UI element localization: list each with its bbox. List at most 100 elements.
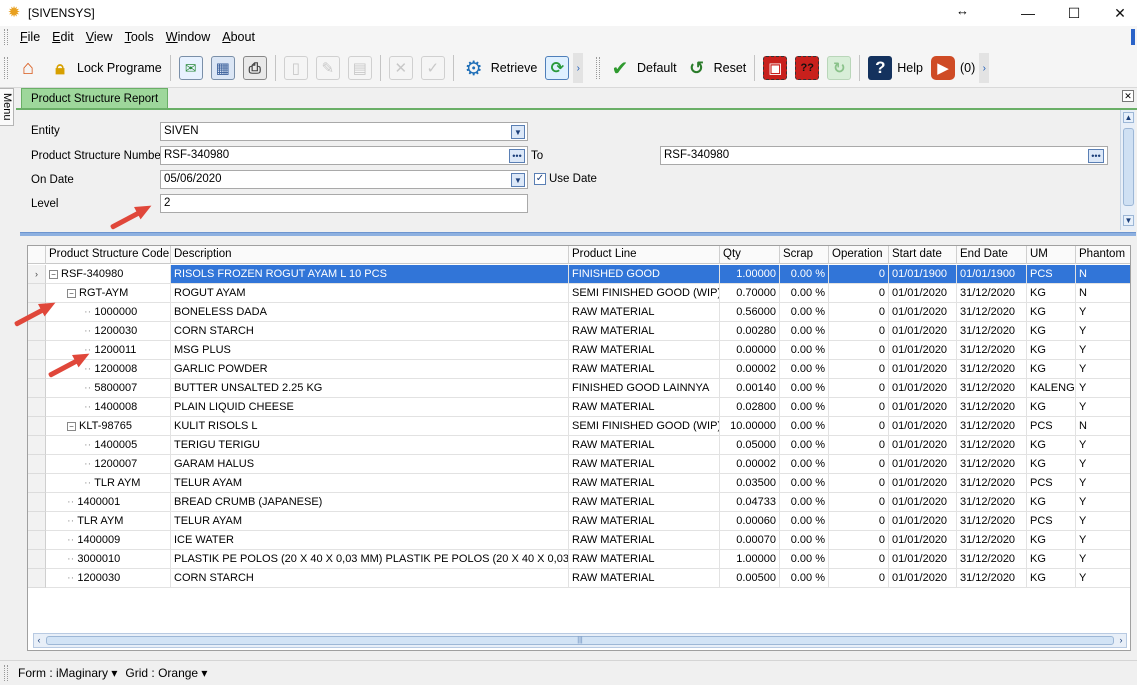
cell-start[interactable]: 01/01/2020 — [889, 398, 957, 417]
cell-scrap[interactable]: 0.00 % — [780, 417, 829, 436]
scroll-down-icon[interactable]: ▼ — [1123, 215, 1134, 226]
entity-dropdown[interactable]: SIVEN — [160, 122, 528, 141]
cell-product-line[interactable]: SEMI FINISHED GOOD (WIP) — [569, 284, 720, 303]
cell-code[interactable]: ·· 5800007 — [46, 379, 171, 398]
cell-qty[interactable]: 0.70000 — [720, 284, 780, 303]
cell-end[interactable]: 31/12/2020 — [957, 569, 1027, 588]
form-theme-selector[interactable]: Form : iMaginary ▾ — [14, 666, 121, 680]
cell-phantom[interactable]: Y — [1076, 303, 1130, 322]
cell-scrap[interactable]: 0.00 % — [780, 474, 829, 493]
cell-scrap[interactable]: 0.00 % — [780, 455, 829, 474]
table-row[interactable]: ·· TLR AYM TELUR AYAM RAW MATERIAL 0.00060 0… — [28, 512, 1130, 531]
cell-code[interactable]: ·· 1200030 — [46, 322, 171, 341]
cell-phantom[interactable]: N — [1076, 284, 1130, 303]
row-indicator[interactable] — [28, 512, 46, 531]
cell-description[interactable]: TELUR AYAM — [171, 474, 569, 493]
cell-phantom[interactable]: Y — [1076, 569, 1130, 588]
cell-product-line[interactable]: RAW MATERIAL — [569, 303, 720, 322]
cell-scrap[interactable]: 0.00 % — [780, 360, 829, 379]
mail-button[interactable]: ✉ — [175, 53, 207, 83]
cell-description[interactable]: GARLIC POWDER — [171, 360, 569, 379]
cell-scrap[interactable]: 0.00 % — [780, 493, 829, 512]
cell-operation[interactable]: 0 — [829, 303, 889, 322]
scroll-right-icon[interactable]: › — [1116, 635, 1126, 646]
cell-operation[interactable]: 0 — [829, 550, 889, 569]
cell-scrap[interactable]: 0.00 % — [780, 550, 829, 569]
cell-start[interactable]: 01/01/2020 — [889, 569, 957, 588]
cell-qty[interactable]: 0.00280 — [720, 322, 780, 341]
cell-qty[interactable]: 0.04733 — [720, 493, 780, 512]
column-header[interactable]: End Date — [957, 246, 1027, 264]
cell-um[interactable]: KG — [1027, 284, 1076, 303]
toolbar-grip[interactable] — [4, 57, 8, 79]
cell-code[interactable]: ·· 1200007 — [46, 455, 171, 474]
messages-button[interactable]: ▶ (0) — [927, 53, 979, 83]
cell-operation[interactable]: 0 — [829, 512, 889, 531]
cell-code[interactable]: ·· 1400001 — [46, 493, 171, 512]
cell-phantom[interactable]: Y — [1076, 398, 1130, 417]
cell-end[interactable]: 31/12/2020 — [957, 360, 1027, 379]
cell-operation[interactable]: 0 — [829, 569, 889, 588]
use-date-checkbox[interactable]: ✓ — [534, 173, 546, 185]
scroll-thumb[interactable]: ||| — [46, 636, 1114, 645]
retrieve-button[interactable]: ⚙ Retrieve — [458, 53, 542, 83]
table-row[interactable]: ·· 1400009 ICE WATER RAW MATERIAL 0.00070 0.… — [28, 531, 1130, 550]
cell-code[interactable]: − KLT-98765 — [46, 417, 171, 436]
cell-um[interactable]: KG — [1027, 550, 1076, 569]
cell-operation[interactable]: 0 — [829, 341, 889, 360]
cell-description[interactable]: CORN STARCH — [171, 569, 569, 588]
column-header[interactable]: Scrap — [780, 246, 829, 264]
table-row[interactable]: ·· 1400001 BREAD CRUMB (JAPANESE) RAW MATE… — [28, 493, 1130, 512]
cell-operation[interactable]: 0 — [829, 493, 889, 512]
cell-end[interactable]: 31/12/2020 — [957, 322, 1027, 341]
cell-start[interactable]: 01/01/2020 — [889, 341, 957, 360]
cell-start[interactable]: 01/01/2020 — [889, 417, 957, 436]
row-indicator[interactable] — [28, 550, 46, 569]
cell-description[interactable]: BONELESS DADA — [171, 303, 569, 322]
cell-product-line[interactable]: RAW MATERIAL — [569, 398, 720, 417]
cell-start[interactable]: 01/01/2020 — [889, 436, 957, 455]
default-button[interactable]: ✔ Default — [604, 53, 681, 83]
toolbar-grip[interactable] — [596, 57, 600, 79]
cell-um[interactable]: PCS — [1027, 265, 1076, 284]
psn-to-field[interactable]: RSF-340980 — [660, 146, 1108, 165]
cell-product-line[interactable]: SEMI FINISHED GOOD (WIP) — [569, 417, 720, 436]
table-row[interactable]: − RGT-AYM ROGUT AYAM SEMI FINISHED GOOD (WI… — [28, 284, 1130, 303]
minimize-button[interactable]: — — [1005, 0, 1051, 26]
row-indicator[interactable] — [28, 417, 46, 436]
cell-code[interactable]: ·· 1200008 — [46, 360, 171, 379]
security-button[interactable]: ▣ — [759, 53, 791, 83]
toolbar-overflow-chevron[interactable]: › — [573, 53, 584, 83]
row-indicator[interactable] — [28, 493, 46, 512]
cell-phantom[interactable]: Y — [1076, 436, 1130, 455]
grid-horizontal-scrollbar[interactable]: ‹ ||| › — [33, 633, 1127, 648]
cell-phantom[interactable]: Y — [1076, 341, 1130, 360]
cell-qty[interactable]: 0.00000 — [720, 341, 780, 360]
row-indicator[interactable] — [28, 284, 46, 303]
row-indicator[interactable] — [28, 360, 46, 379]
cell-start[interactable]: 01/01/2020 — [889, 379, 957, 398]
on-date-field[interactable]: 05/06/2020 — [160, 170, 528, 189]
cell-um[interactable]: KG — [1027, 531, 1076, 550]
cell-phantom[interactable]: Y — [1076, 512, 1130, 531]
row-indicator[interactable] — [28, 474, 46, 493]
cell-operation[interactable]: 0 — [829, 322, 889, 341]
psn-from-field[interactable]: RSF-340980 — [160, 146, 528, 165]
cell-code[interactable]: ·· 3000010 — [46, 550, 171, 569]
cell-end[interactable]: 31/12/2020 — [957, 303, 1027, 322]
cell-product-line[interactable]: FINISHED GOOD — [569, 265, 720, 284]
table-row[interactable]: ·· 5800007 BUTTER UNSALTED 2.25 KG FINISHE… — [28, 379, 1130, 398]
level-field[interactable]: 2 — [160, 194, 528, 213]
print-button[interactable]: ⎙ — [239, 53, 271, 83]
cell-operation[interactable]: 0 — [829, 398, 889, 417]
cell-qty[interactable]: 0.00060 — [720, 512, 780, 531]
cell-phantom[interactable]: Y — [1076, 379, 1130, 398]
row-indicator[interactable] — [28, 436, 46, 455]
menu-tools[interactable]: Tools — [119, 30, 160, 44]
lock-programe-button[interactable]: 🔒︎ Lock Programe — [44, 53, 166, 83]
cell-end[interactable]: 31/12/2020 — [957, 398, 1027, 417]
cell-product-line[interactable]: RAW MATERIAL — [569, 341, 720, 360]
cell-end[interactable]: 31/12/2020 — [957, 284, 1027, 303]
tree-collapse-icon[interactable]: − — [67, 422, 76, 431]
cell-um[interactable]: KG — [1027, 341, 1076, 360]
